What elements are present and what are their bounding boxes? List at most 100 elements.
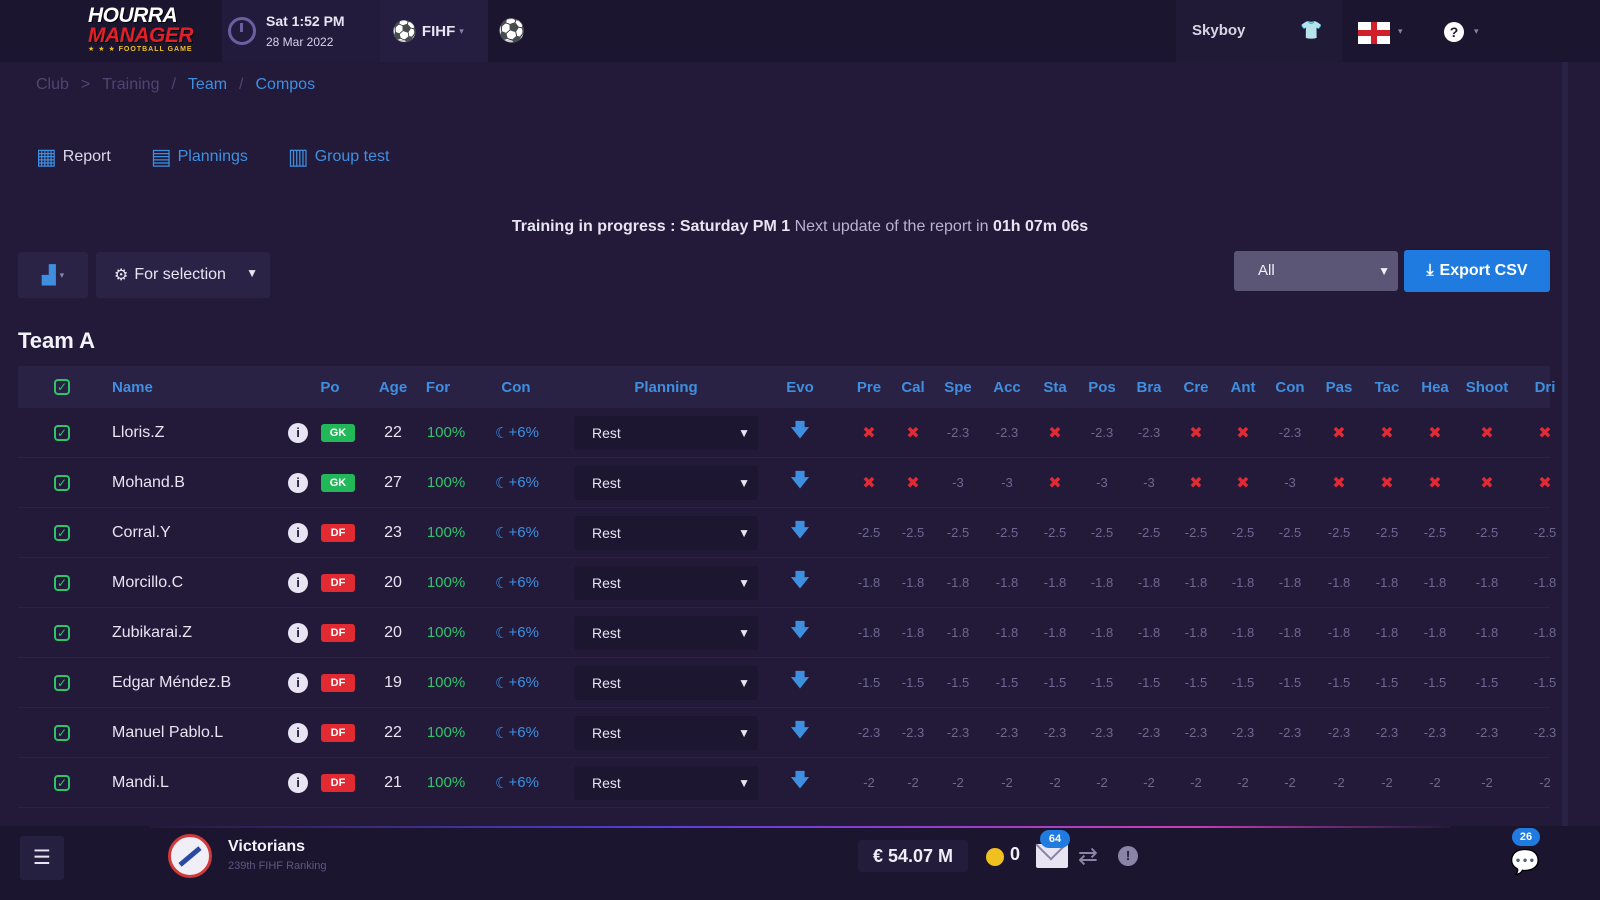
planning-dropdown[interactable]: Rest ▼ — [574, 465, 758, 500]
scope-dropdown[interactable]: All ▼ — [1234, 251, 1398, 291]
player-info-button[interactable]: i — [286, 558, 310, 607]
row-select-checkbox[interactable]: ✓ — [42, 558, 82, 607]
club-budget[interactable]: € 54.07 M — [858, 840, 968, 872]
row-select-checkbox[interactable]: ✓ — [42, 458, 82, 507]
club-name[interactable]: Victorians — [228, 838, 305, 856]
row-select-checkbox[interactable]: ✓ — [42, 758, 82, 807]
row-select-checkbox[interactable]: ✓ — [42, 658, 82, 707]
header-stat-pas[interactable]: Pas — [1317, 366, 1361, 408]
stat-locked-icon: ✖ — [1480, 424, 1494, 442]
header-stat-dri[interactable]: Dri — [1523, 366, 1567, 408]
chevron-down-icon: ▼ — [738, 575, 750, 590]
condition-value: +6% — [508, 424, 539, 441]
header-stat-acc[interactable]: Acc — [985, 366, 1029, 408]
player-name[interactable]: Zubikarai.Z — [112, 608, 282, 657]
header-stat-pre[interactable]: Pre — [847, 366, 891, 408]
player-name[interactable]: Mandi.L — [112, 758, 282, 807]
header-condition[interactable]: Con — [488, 366, 544, 408]
moon-icon: ☾ — [495, 524, 509, 542]
planning-cell: Rest ▼ — [574, 558, 758, 607]
help-icon[interactable]: ? — [1444, 22, 1464, 42]
header-stat-con[interactable]: Con — [1268, 366, 1312, 408]
club-crest-icon[interactable] — [168, 834, 212, 878]
header-form[interactable]: For — [418, 366, 458, 408]
breadcrumb-team[interactable]: Team — [188, 76, 227, 94]
planning-dropdown[interactable]: Rest ▼ — [574, 565, 758, 600]
player-info-button[interactable]: i — [286, 758, 310, 807]
chat-icon[interactable]: 💬 — [1510, 848, 1540, 877]
header-planning[interactable]: Planning — [574, 366, 758, 408]
header-stat-cre[interactable]: Cre — [1174, 366, 1218, 408]
player-info-button[interactable]: i — [286, 408, 310, 457]
federation-selector[interactable]: ⚽ FIHF ▾ — [380, 0, 488, 62]
header-stat-hea[interactable]: Hea — [1413, 366, 1457, 408]
header-stat-ant[interactable]: Ant — [1221, 366, 1265, 408]
subnav-report[interactable]: ▦ Report — [36, 144, 111, 170]
subnav-plannings[interactable]: ▤ Plannings — [151, 144, 248, 170]
player-info-button[interactable]: i — [286, 458, 310, 507]
language-flag-icon[interactable] — [1358, 22, 1390, 44]
row-select-checkbox[interactable]: ✓ — [42, 608, 82, 657]
selection-dropdown[interactable]: ⚙ For selection ▼ — [96, 252, 270, 298]
stat-value: -1.8 — [901, 625, 925, 640]
user-menu[interactable]: Skyboy 👕 — [1176, 0, 1342, 62]
game-clock[interactable]: Sat 1:52 PM 28 Mar 2022 — [222, 0, 380, 62]
planning-dropdown[interactable]: Rest ▼ — [574, 515, 758, 550]
header-select-all[interactable]: ✓ — [42, 366, 82, 408]
stat-value: -2.5 — [946, 525, 970, 540]
planning-dropdown[interactable]: Rest ▼ — [574, 765, 758, 800]
table-row: ✓ Corral.Y i DF 23 100% ☾ +6% Rest ▼ 🡇 -2.5 -2.5 -2.… — [18, 508, 1556, 558]
breadcrumb: Club > Training / Team / Compos — [36, 76, 315, 94]
header-evolution[interactable]: Evo — [778, 366, 822, 408]
position-badge: DF — [321, 723, 355, 742]
row-select-checkbox[interactable]: ✓ — [42, 708, 82, 757]
header-stat-cal[interactable]: Cal — [891, 366, 935, 408]
player-info-button[interactable]: i — [286, 658, 310, 707]
planning-dropdown[interactable]: Rest ▼ — [574, 715, 758, 750]
info-icon: i — [288, 572, 308, 593]
header-stat-spe[interactable]: Spe — [936, 366, 980, 408]
player-name[interactable]: Corral.Y — [112, 508, 282, 557]
player-form: 100% — [426, 474, 466, 491]
header-stat-shoot[interactable]: Shoot — [1465, 366, 1509, 408]
player-name[interactable]: Edgar Méndez.B — [112, 658, 282, 707]
header-stat-pos[interactable]: Pos — [1080, 366, 1124, 408]
hourra-manager-logo[interactable]: HOURRA MANAGER ★ ★ ★ FOOTBALL GAME — [88, 5, 208, 56]
planning-value: Rest — [592, 674, 621, 691]
breadcrumb-compos[interactable]: Compos — [256, 76, 316, 94]
player-form: 100% — [426, 574, 466, 591]
chart-filter-button[interactable]: ▟ ▾ — [18, 252, 88, 298]
planning-dropdown[interactable]: Rest ▼ — [574, 665, 758, 700]
checkbox-icon: ✓ — [54, 424, 70, 441]
header-stat-bra[interactable]: Bra — [1127, 366, 1171, 408]
player-info-button[interactable]: i — [286, 508, 310, 557]
stat-value: -2 — [1143, 775, 1155, 790]
player-info-button[interactable]: i — [286, 608, 310, 657]
stat-value: -2.5 — [1475, 525, 1499, 540]
hamburger-menu-icon[interactable]: ☰ — [20, 836, 64, 880]
header-name[interactable]: Name — [112, 366, 232, 408]
planning-dropdown[interactable]: Rest ▼ — [574, 415, 758, 450]
subnav-group-test[interactable]: ▥ Group test — [288, 144, 390, 170]
coin-balance[interactable]: 0 — [1010, 844, 1020, 865]
player-name[interactable]: Manuel Pablo.L — [112, 708, 282, 757]
planning-dropdown[interactable]: Rest ▼ — [574, 615, 758, 650]
transfer-arrows-icon[interactable]: ⇄ — [1078, 842, 1098, 871]
player-name[interactable]: Lloris.Z — [112, 408, 282, 457]
breadcrumb-training[interactable]: Training — [102, 76, 159, 94]
player-name[interactable]: Mohand.B — [112, 458, 282, 507]
player-info-button[interactable]: i — [286, 708, 310, 757]
jersey-icon[interactable]: 👕 — [1300, 20, 1322, 41]
stat-value: -1.8 — [1327, 625, 1351, 640]
header-stat-tac[interactable]: Tac — [1365, 366, 1409, 408]
header-position[interactable]: Po — [310, 366, 350, 408]
breadcrumb-club[interactable]: Club — [36, 76, 69, 94]
header-age[interactable]: Age — [368, 366, 418, 408]
alert-icon[interactable]: ! — [1118, 846, 1138, 866]
row-select-checkbox[interactable]: ✓ — [42, 408, 82, 457]
match-ball-icon[interactable]: ⚽ — [498, 18, 525, 44]
row-select-checkbox[interactable]: ✓ — [42, 508, 82, 557]
player-name[interactable]: Morcillo.C — [112, 558, 282, 607]
header-stat-sta[interactable]: Sta — [1033, 366, 1077, 408]
export-csv-button[interactable]: ⤓ Export CSV — [1404, 250, 1550, 292]
